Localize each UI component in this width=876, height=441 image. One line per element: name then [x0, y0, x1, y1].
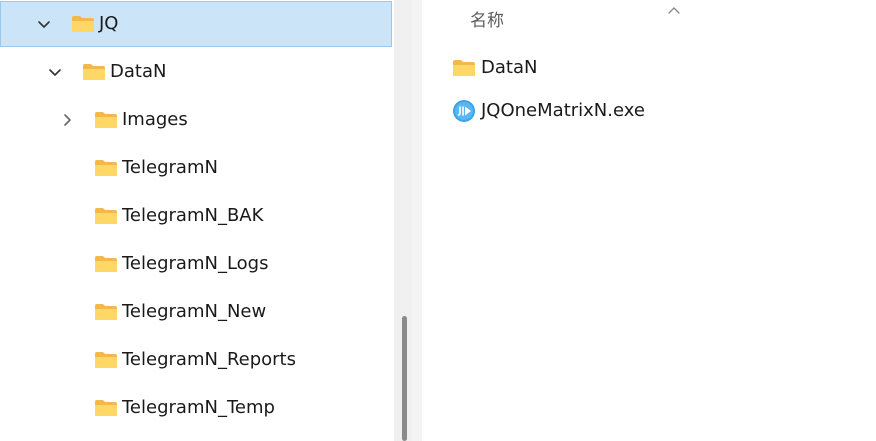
chevron-down-icon[interactable] — [36, 16, 52, 32]
nav-item-label: TelegramN_New — [122, 301, 267, 322]
folder-icon — [94, 303, 118, 321]
nav-item-telegramn-logs[interactable]: TelegramN_Logs — [0, 242, 392, 286]
folder-icon — [94, 399, 118, 417]
nav-item-label: DataN — [110, 61, 167, 82]
file-explorer-window: JQ DataN Images TelegramN TelegramN_BAK … — [0, 0, 876, 441]
nav-item-telegramn-reports[interactable]: TelegramN_Reports — [0, 338, 392, 382]
nav-item-telegramn-bak[interactable]: TelegramN_BAK — [0, 194, 392, 238]
file-name: JQOneMatrixN.exe — [481, 100, 645, 121]
nav-item-label: TelegramN_BAK — [122, 205, 264, 226]
folder-icon — [94, 255, 118, 273]
nav-item-label: TelegramN — [122, 157, 218, 178]
folder-icon — [94, 207, 118, 225]
nav-item-telegramn[interactable]: TelegramN — [0, 146, 392, 190]
file-item-jqonematrixn-exe[interactable]: JQOneMatrixN.exe — [446, 91, 866, 131]
file-name: DataN — [481, 57, 538, 78]
folder-icon — [82, 63, 106, 81]
folder-icon — [94, 159, 118, 177]
nav-item-images[interactable]: Images — [0, 98, 392, 142]
navigation-pane: JQ DataN Images TelegramN TelegramN_BAK … — [0, 0, 394, 441]
nav-item-label: TelegramN_Reports — [122, 349, 296, 370]
nav-item-telegramn-new[interactable]: TelegramN_New — [0, 290, 392, 334]
chevron-up-icon — [666, 0, 682, 14]
app-icon — [452, 99, 476, 123]
nav-item-label: Images — [122, 109, 188, 130]
file-item-datan[interactable]: DataN — [446, 48, 866, 88]
nav-item-jq[interactable]: JQ — [0, 1, 392, 47]
folder-icon — [71, 15, 95, 33]
nav-item-datan[interactable]: DataN — [0, 50, 392, 94]
nav-item-telegramn-temp[interactable]: TelegramN_Temp — [0, 386, 392, 430]
column-header-name[interactable]: 名称 — [470, 10, 504, 32]
chevron-right-icon[interactable] — [59, 112, 75, 128]
nav-item-label: JQ — [99, 13, 119, 34]
content-pane: 名称 DataN JQOneMatrixN.exe — [422, 0, 876, 441]
nav-item-label: TelegramN_Logs — [122, 253, 269, 274]
folder-icon — [94, 111, 118, 129]
folder-icon — [452, 59, 476, 77]
pane-splitter[interactable] — [412, 0, 422, 441]
nav-item-label: TelegramN_Temp — [122, 397, 275, 418]
folder-icon — [94, 351, 118, 369]
chevron-down-icon[interactable] — [47, 64, 63, 80]
nav-scrollbar-thumb[interactable] — [402, 316, 407, 441]
